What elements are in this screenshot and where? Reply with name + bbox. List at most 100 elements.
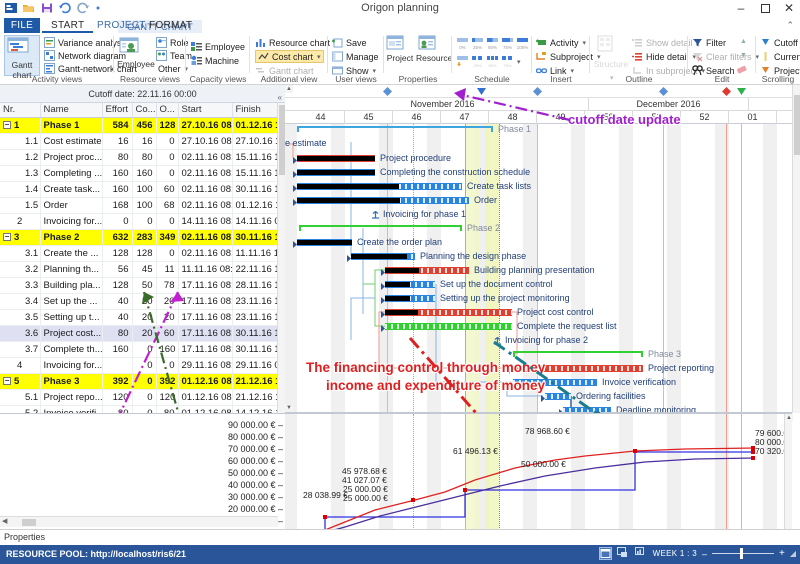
table-row[interactable]: 1.1Cost estimate1616027.10.16 08:0027.10… — [0, 133, 284, 150]
gantt-week-cell[interactable]: 01 — [729, 111, 777, 124]
tab-format[interactable]: FORMAT — [140, 18, 201, 33]
filter-item[interactable]: Filter — [692, 37, 726, 48]
chevron-down-icon[interactable]: ▾ — [317, 53, 321, 61]
schedule-75-icon[interactable]: 75% — [501, 37, 514, 51]
gantt-summary-bar[interactable] — [513, 351, 643, 357]
column-header-start[interactable]: Start — [178, 103, 233, 118]
schedule-25-icon[interactable]: 25% — [471, 37, 484, 51]
view-gantt-icon[interactable] — [598, 547, 612, 560]
gantt-task-bar[interactable] — [385, 323, 512, 330]
chevron-down-icon[interactable]: ▾ — [583, 39, 587, 47]
table-row[interactable]: 4Invoicing for...0029.11.16 08:0029.11.1… — [0, 357, 284, 374]
schedule-triple-icon[interactable]: 50% — [486, 55, 499, 69]
activity-insert-item[interactable]: Activity ▾ — [536, 37, 586, 48]
cost-chart-item[interactable]: Cost chart ▾ — [255, 50, 324, 63]
current-date-item[interactable]: Current date — [760, 51, 800, 62]
schedule-0-icon[interactable]: 0% — [456, 37, 469, 51]
cell-effort: 392 — [102, 373, 133, 390]
scroll-up-arrow[interactable]: ▲ — [285, 85, 293, 93]
gantt-week-cell[interactable]: 52 — [681, 111, 729, 124]
column-header-open[interactable]: O... — [156, 103, 179, 118]
table-row[interactable]: 3.2Planning th...56451111.11.16 08:0022.… — [0, 261, 284, 278]
save-view-item[interactable]: Save — [332, 37, 367, 48]
resize-grip-icon[interactable]: ◢ — [790, 549, 796, 558]
table-row[interactable]: 1.4Create task...1601006002.11.16 08:003… — [0, 181, 284, 198]
scroll-down-arrow[interactable]: ▼ — [285, 404, 293, 412]
tab-file[interactable]: FILE — [4, 18, 40, 33]
gantt-milestone[interactable] — [493, 336, 502, 350]
table-row[interactable]: 3.6Project cost...80206017.11.16 08:0030… — [0, 325, 284, 342]
schedule-pair-icon[interactable]: 75% — [501, 55, 514, 69]
cutoff-date-item[interactable]: Cutoff date — [760, 37, 800, 48]
tab-start[interactable]: START — [42, 18, 94, 33]
collapse-ribbon-button[interactable]: ⌃ — [786, 20, 794, 31]
table-row[interactable]: 2Invoicing for...00014.11.16 08:0014.11.… — [0, 213, 284, 230]
table-row[interactable]: −1Phase 158445612827.10.16 08:0001.12.16… — [0, 117, 284, 134]
role-item[interactable]: Role — [156, 37, 189, 48]
manage-views-item[interactable]: Manage — [332, 51, 379, 62]
table-row[interactable]: 3.3Building pla...128507817.11.16 08:002… — [0, 277, 284, 294]
gantt-vertical-scrollbar[interactable] — [792, 85, 800, 413]
view-chart-icon[interactable] — [634, 547, 648, 560]
table-row[interactable]: 1.2Project proc...8080002.11.16 08:0015.… — [0, 149, 284, 166]
column-header-nr[interactable]: Nr. — [0, 103, 41, 118]
maximize-button[interactable] — [758, 1, 772, 15]
zoom-in-button[interactable]: + — [779, 548, 785, 559]
table-scroll-thumb[interactable] — [279, 105, 285, 175]
schedule-50-icon[interactable]: 50% — [486, 37, 499, 51]
row-expander[interactable]: − — [3, 233, 11, 241]
close-button[interactable]: ✕ — [782, 1, 796, 15]
capacity-employee-item[interactable]: Employee — [191, 41, 245, 52]
table-hscroll-thumb[interactable] — [22, 519, 36, 526]
table-row[interactable]: 3.5Setting up t...40202017.11.16 08:0023… — [0, 309, 284, 326]
gantt-week-cell[interactable]: 48 — [489, 111, 537, 124]
row-expander[interactable]: − — [3, 377, 11, 385]
view-split-icon[interactable] — [616, 547, 630, 560]
column-header-completed[interactable]: Co... — [132, 103, 157, 118]
zoom-slider[interactable] — [712, 548, 774, 559]
gantt-summary-bar[interactable] — [299, 225, 462, 231]
gantt-week-cell[interactable]: 44 — [297, 111, 345, 124]
properties-label[interactable]: Properties — [4, 532, 45, 542]
table-row[interactable]: 3.4Set up the ...40202017.11.16 08:0023.… — [0, 293, 284, 310]
cost-chart-plot[interactable]: 28 038.99 €45 978.68 €41 027.07 €25 000.… — [285, 414, 792, 542]
project-properties-button[interactable]: Project — [384, 35, 416, 63]
cost-chart-vertical-scrollbar[interactable]: ▲ ▼ — [784, 414, 793, 542]
gantt-task-bar[interactable] — [545, 393, 571, 400]
gantt-scroll-thumb[interactable] — [794, 95, 800, 155]
other-item[interactable]: Other ▾ — [158, 63, 188, 74]
gantt-week-cell[interactable]: 45 — [345, 111, 393, 124]
table-row[interactable]: 5.2Invoice verifi...8008001.12.16 08:001… — [0, 405, 284, 413]
table-row[interactable]: 5.1Project repo...120012001.12.16 08:002… — [0, 389, 284, 406]
resource-chart-item[interactable]: Resource chart ▾ — [255, 37, 338, 48]
gantt-summary-bar[interactable] — [297, 126, 493, 132]
hscroll-left-arrow[interactable]: ◀ — [2, 517, 7, 525]
zoom-out-button[interactable]: – — [702, 549, 707, 559]
gantt-week-cell[interactable]: 47 — [441, 111, 489, 124]
gantt-milestone[interactable] — [371, 210, 380, 224]
machine-item[interactable]: Machine — [191, 55, 239, 66]
row-expander[interactable]: − — [3, 121, 11, 129]
table-row[interactable]: −3Phase 263228334902.11.16 08:0030.11.16… — [0, 229, 284, 246]
gantt-week-cell[interactable]: 46 — [393, 111, 441, 124]
table-horizontal-scrollbar[interactable]: ◀ — [0, 516, 278, 527]
table-row[interactable]: 3.7Complete th...160016017.11.16 08:0030… — [0, 341, 284, 358]
table-vertical-scrollbar[interactable] — [277, 103, 285, 413]
column-header-name[interactable]: Name — [40, 103, 103, 118]
table-row[interactable]: −5Phase 3392039201.12.16 08:0021.12.16 1… — [0, 373, 284, 390]
table-row[interactable]: 1.5Order1681006802.11.16 08:0001.12.16 1… — [0, 197, 284, 214]
employee-button[interactable]: Employee — [116, 35, 156, 69]
sort-desc-icon[interactable]: ▼ — [740, 52, 747, 59]
table-row[interactable]: 3.1Create the ...128128002.11.16 08:0011… — [0, 245, 284, 262]
minimize-button[interactable]: – — [734, 1, 748, 15]
resource-properties-button[interactable]: Resource — [416, 35, 452, 63]
table-row[interactable]: 1.3Completing ...160160002.11.16 08:0015… — [0, 165, 284, 182]
sort-asc-icon[interactable]: ▲ — [740, 38, 747, 45]
schedule-reset-icon[interactable] — [456, 55, 469, 69]
gantt-bar-label: Project reporting — [648, 363, 715, 373]
column-header-effort[interactable]: Effort — [102, 103, 133, 118]
chevron-down-icon[interactable]: ▾ — [517, 58, 521, 66]
gantt-chart-button[interactable]: Gantt chart — [4, 35, 40, 80]
schedule-split-icon[interactable]: 25% — [471, 55, 484, 69]
schedule-100-icon[interactable]: 100% — [516, 37, 529, 51]
